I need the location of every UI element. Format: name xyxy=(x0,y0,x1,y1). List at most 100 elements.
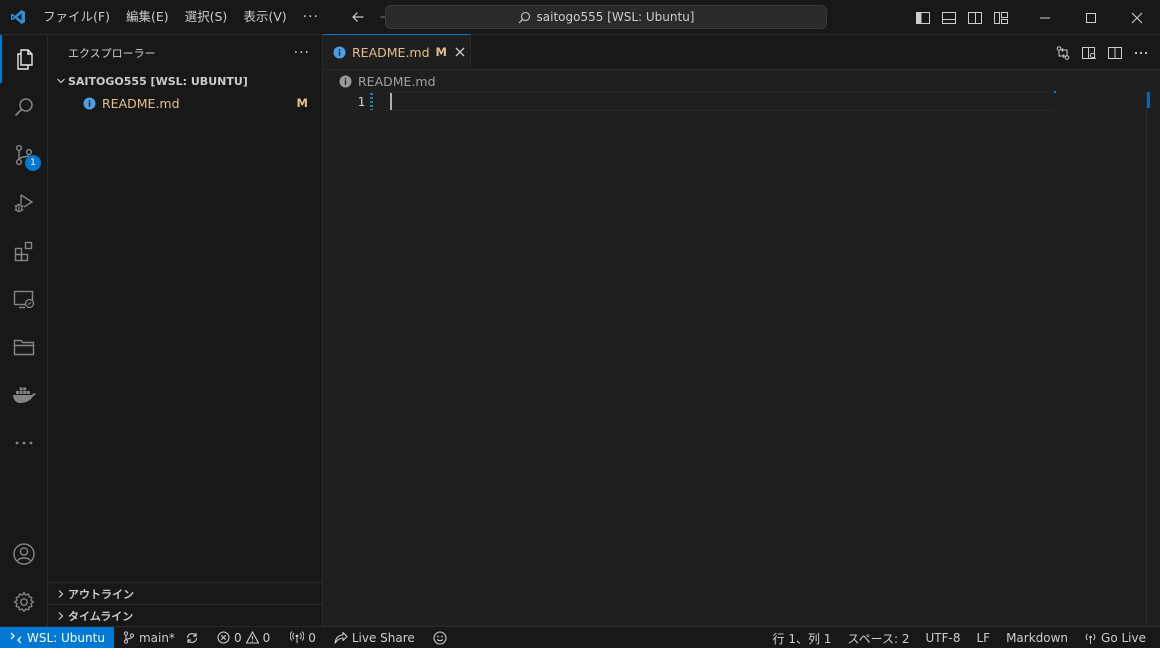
editor-tabs: README.md M xyxy=(323,34,1160,70)
live-share-button[interactable]: Live Share xyxy=(329,627,420,648)
workspace-folder[interactable]: SAITOGO555 [WSL: UBUNTU] xyxy=(48,70,322,92)
search-icon[interactable] xyxy=(0,83,48,131)
go-live-button[interactable]: Go Live xyxy=(1076,627,1160,648)
command-center[interactable]: saitogo555 [WSL: Ubuntu] xyxy=(385,5,827,29)
account-icon[interactable] xyxy=(0,530,48,578)
chevron-right-icon xyxy=(54,611,68,621)
branch-indicator[interactable]: main* xyxy=(118,627,180,648)
info-icon xyxy=(333,46,346,59)
error-icon xyxy=(217,631,230,644)
outline-section[interactable]: アウトライン xyxy=(48,582,323,604)
activity-bar: 1 xyxy=(0,35,48,626)
close-window-icon[interactable] xyxy=(1114,0,1160,35)
menu-bar: ファイル(F) 編集(E) 選択(S) 表示(V) ··· xyxy=(35,0,327,35)
menu-selection[interactable]: 選択(S) xyxy=(177,5,236,29)
menu-edit[interactable]: 編集(E) xyxy=(118,5,177,29)
extensions-icon[interactable] xyxy=(0,227,48,275)
remote-explorer-icon[interactable] xyxy=(0,275,48,323)
breadcrumb: README.md xyxy=(323,70,1160,92)
cursor-position[interactable]: 行 1、列 1 xyxy=(765,627,840,648)
current-line-highlight xyxy=(385,92,1055,111)
end-of-line[interactable]: LF xyxy=(968,627,998,648)
ports-count: 0 xyxy=(308,630,316,645)
vscode-logo-icon[interactable] xyxy=(0,0,35,35)
workspace-folder-label: SAITOGO555 [WSL: UBUNTU] xyxy=(68,74,248,88)
sidebar-more-button[interactable]: ··· xyxy=(294,45,310,61)
tab-readme[interactable]: README.md M xyxy=(323,34,471,69)
open-preview-icon[interactable] xyxy=(1078,42,1100,64)
timeline-section[interactable]: タイムライン xyxy=(48,604,323,626)
code-line[interactable]: 1 xyxy=(323,92,1055,111)
close-tab-icon[interactable] xyxy=(455,47,465,57)
status-bar-right: 行 1、列 1 スペース: 2 UTF-8 LF Markdown Go Liv… xyxy=(765,627,1160,648)
outline-section-label: アウトライン xyxy=(68,587,134,601)
warning-icon xyxy=(245,631,259,644)
split-editor-icon[interactable] xyxy=(1104,42,1126,64)
window-controls xyxy=(910,0,1160,35)
title-bar: ファイル(F) 編集(E) 選択(S) 表示(V) ··· saitogo555… xyxy=(0,0,1160,35)
sidebar-header: エクスプローラー ··· xyxy=(48,35,322,70)
text-cursor xyxy=(390,93,392,110)
file-item-readme[interactable]: README.md M xyxy=(48,92,322,114)
git-branch-icon xyxy=(123,631,135,644)
broadcast-icon xyxy=(1084,632,1097,645)
broadcast-icon xyxy=(290,631,305,644)
source-control-badge: 1 xyxy=(25,155,41,171)
feedback-smiley-icon[interactable] xyxy=(428,627,452,648)
source-control-icon[interactable]: 1 xyxy=(0,131,48,179)
warning-count: 0 xyxy=(262,630,271,645)
explorer-sidebar: エクスプローラー ··· SAITOGO555 [WSL: UBUNTU] RE… xyxy=(48,35,323,626)
encoding[interactable]: UTF-8 xyxy=(917,627,968,648)
minimap-indicator xyxy=(1054,91,1056,93)
folder-icon[interactable] xyxy=(0,323,48,371)
menu-file[interactable]: ファイル(F) xyxy=(35,5,118,29)
customize-layout-icon[interactable] xyxy=(988,0,1014,35)
scrollbar-cursor-marker xyxy=(1147,92,1150,108)
toggle-primary-sidebar-icon[interactable] xyxy=(910,0,936,35)
live-share-label: Live Share xyxy=(351,630,415,645)
command-center-label: saitogo555 [WSL: Ubuntu] xyxy=(536,10,695,24)
problems-indicator[interactable]: 0 0 xyxy=(212,627,275,648)
minimize-icon[interactable] xyxy=(1022,0,1068,35)
run-debug-icon[interactable] xyxy=(0,179,48,227)
go-live-label: Go Live xyxy=(1101,631,1146,645)
search-icon xyxy=(518,11,531,24)
tab-label: README.md xyxy=(352,44,430,60)
live-share-icon xyxy=(334,631,348,644)
info-icon xyxy=(339,75,352,88)
back-arrow-icon[interactable] xyxy=(347,6,369,28)
remote-indicator[interactable]: WSL: Ubuntu xyxy=(0,626,114,648)
error-count: 0 xyxy=(233,630,242,645)
menu-view[interactable]: 表示(V) xyxy=(235,5,294,29)
more-actions-icon[interactable] xyxy=(1130,42,1152,64)
branch-label: main* xyxy=(138,630,175,645)
indentation[interactable]: スペース: 2 xyxy=(839,627,917,648)
remote-icon xyxy=(10,632,22,644)
more-icon[interactable] xyxy=(0,419,48,467)
vertical-scrollbar[interactable] xyxy=(1146,92,1160,626)
tab-modified-indicator: M xyxy=(435,45,447,59)
line-number: 1 xyxy=(357,94,365,109)
sidebar-title: エクスプローラー xyxy=(68,46,156,60)
ports-indicator[interactable]: 0 xyxy=(285,627,321,648)
file-name: README.md xyxy=(102,95,180,111)
gutter-modified-indicator xyxy=(370,93,373,110)
docker-icon[interactable] xyxy=(0,371,48,419)
breadcrumb-file[interactable]: README.md xyxy=(358,74,436,89)
maximize-icon[interactable] xyxy=(1068,0,1114,35)
open-changes-icon[interactable] xyxy=(1052,42,1074,64)
explorer-icon[interactable] xyxy=(0,35,48,83)
info-icon xyxy=(83,97,96,110)
editor-actions xyxy=(1052,35,1152,70)
language-mode[interactable]: Markdown xyxy=(998,627,1076,648)
toggle-secondary-sidebar-icon[interactable] xyxy=(962,0,988,35)
timeline-section-label: タイムライン xyxy=(68,609,134,623)
settings-gear-icon[interactable] xyxy=(0,578,48,626)
chevron-down-icon xyxy=(54,76,68,86)
chevron-right-icon xyxy=(54,589,68,599)
status-bar: WSL: Ubuntu main* 0 0 0 Live Share 行 1、列… xyxy=(0,626,1160,648)
menu-more-button[interactable]: ··· xyxy=(295,9,327,25)
remote-label: WSL: Ubuntu xyxy=(27,630,105,645)
toggle-panel-icon[interactable] xyxy=(936,0,962,35)
sync-icon[interactable] xyxy=(180,627,204,648)
